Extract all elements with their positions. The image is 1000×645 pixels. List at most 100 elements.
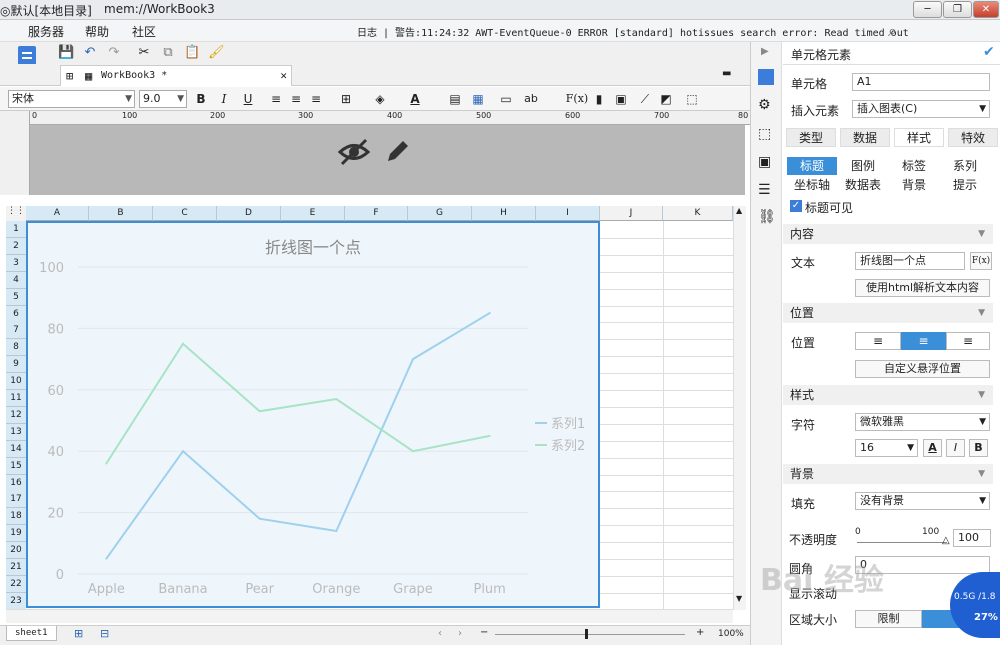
cell-attr-icon[interactable]: ⚙	[758, 97, 771, 113]
row-header[interactable]: 15	[6, 457, 26, 475]
image-icon[interactable]: ▣	[612, 91, 630, 107]
opacity-slider[interactable]	[857, 542, 947, 543]
tab-data[interactable]: 数据	[840, 128, 890, 147]
tab-style[interactable]: 样式	[894, 128, 944, 147]
format-painter-icon[interactable]: 🖌	[208, 45, 225, 61]
row-header[interactable]: 18	[6, 508, 26, 526]
row-header[interactable]: 23	[6, 592, 26, 610]
row-header[interactable]: 19	[6, 525, 26, 543]
text-button[interactable]: ab	[520, 91, 542, 107]
row-header[interactable]: 17	[6, 491, 26, 509]
column-header[interactable]: F	[345, 206, 408, 221]
row-header[interactable]: 12	[6, 406, 26, 424]
insert-row-icon[interactable]: ▭	[497, 91, 515, 107]
custom-position-button[interactable]: 自定义悬浮位置	[855, 360, 990, 378]
bold-button[interactable]: B	[192, 91, 210, 107]
row-header[interactable]: 11	[6, 390, 26, 407]
column-header[interactable]: D	[217, 206, 281, 221]
row-header[interactable]: 22	[6, 575, 26, 593]
close-window-button[interactable]: ✕	[973, 1, 999, 18]
align-right-icon[interactable]: ≡	[307, 91, 325, 107]
subtab-7[interactable]: 提示	[940, 176, 990, 194]
italic-button[interactable]: I	[946, 439, 965, 457]
tab-effect[interactable]: 特效	[948, 128, 998, 147]
align-center-icon[interactable]: ≡	[287, 91, 305, 107]
minimize-button[interactable]: ─	[913, 1, 942, 18]
row-header[interactable]: 4	[6, 271, 26, 289]
column-header[interactable]: G	[408, 206, 472, 221]
size-select[interactable]: 16 ▼	[855, 439, 918, 457]
row-header[interactable]: 16	[6, 474, 26, 492]
fill-color-icon[interactable]: ◈	[371, 91, 389, 107]
align-left-button[interactable]: ≡	[855, 332, 901, 350]
column-header[interactable]: C	[153, 206, 217, 221]
insert-select[interactable]: 插入图表(C) ▼	[852, 100, 990, 118]
collapse-icon[interactable]: ▶	[761, 46, 769, 57]
position-section[interactable]: 位置 ▼	[783, 303, 993, 323]
add-report-icon[interactable]: ⊟	[100, 627, 109, 640]
italic-button[interactable]: I	[215, 91, 233, 107]
select-all-corner[interactable]: ⋮⋮	[6, 206, 26, 221]
font-select[interactable]: 微软雅黑 ▼	[855, 413, 990, 431]
column-header[interactable]: J	[600, 206, 663, 221]
tab-workbook3[interactable]: ⊞ ▦ WorkBook3 * ✕	[60, 65, 292, 86]
next-page-icon[interactable]: ›	[458, 628, 462, 639]
link-icon[interactable]: ⛓	[758, 209, 776, 225]
cut-icon[interactable]: ✂	[136, 45, 152, 61]
condition-icon[interactable]: ☰	[758, 182, 771, 198]
background-section[interactable]: 背景 ▼	[783, 464, 993, 484]
column-header[interactable]: A	[26, 206, 89, 221]
merge-icon[interactable]: ▤	[446, 91, 464, 107]
table-icon[interactable]: ▦	[469, 91, 487, 107]
cell-input[interactable]: A1	[852, 73, 990, 91]
row-header[interactable]: 9	[6, 356, 26, 374]
add-sheet-icon[interactable]: ⊞	[74, 627, 83, 640]
chart-container[interactable]: 折线图一个点 0 20 40 60 80 100 Apple Banana Pear Orange G…	[26, 221, 600, 608]
limit-button[interactable]: 限制	[855, 610, 922, 628]
font-size-select[interactable]: 9.0 ▼	[139, 90, 187, 108]
border-icon[interactable]: ⊞	[337, 91, 355, 107]
horizontal-scrollbar[interactable]	[6, 609, 733, 623]
zoom-slider-handle[interactable]	[585, 629, 588, 639]
row-header[interactable]: 6	[6, 305, 26, 323]
grid-icon[interactable]: ⊞	[66, 66, 73, 86]
font-color-button[interactable]: A	[923, 439, 942, 457]
close-tab-icon[interactable]: ✕	[280, 66, 287, 86]
undo-icon[interactable]: ↶	[82, 45, 98, 61]
save-icon[interactable]: 💾	[58, 45, 74, 61]
prev-page-icon[interactable]: ‹	[438, 628, 442, 639]
row-header[interactable]: 14	[6, 440, 26, 458]
row-header[interactable]: 1	[6, 221, 26, 238]
subtab-3[interactable]: 系列	[940, 157, 990, 175]
font-family-select[interactable]: 宋体 ▼	[8, 90, 135, 108]
row-header[interactable]: 20	[6, 542, 26, 560]
row-header[interactable]: 2	[6, 237, 26, 255]
title-text-input[interactable]: 折线图一个点	[855, 252, 965, 270]
subtab-5[interactable]: 数据表	[838, 176, 888, 194]
copy-icon[interactable]: ⧉	[160, 45, 176, 61]
check-icon[interactable]: ✔	[983, 44, 995, 60]
formula-button[interactable]: F(x)	[565, 91, 589, 107]
row-header[interactable]: 7	[6, 322, 26, 340]
eye-off-icon[interactable]	[337, 137, 371, 167]
tab-type[interactable]: 类型	[786, 128, 836, 147]
float-element-icon[interactable]: ⬚	[758, 126, 771, 142]
opacity-input[interactable]: 100	[953, 529, 991, 547]
text-color-button[interactable]: A	[406, 91, 424, 107]
redo-icon[interactable]: ↷	[106, 45, 122, 61]
row-header[interactable]: 5	[6, 288, 26, 306]
row-header[interactable]: 3	[6, 254, 26, 272]
maximize-button[interactable]: ❐	[943, 1, 972, 18]
subtab-2[interactable]: 标签	[889, 157, 939, 175]
zoom-in-icon[interactable]: +	[696, 627, 704, 638]
row-header[interactable]: 10	[6, 373, 26, 391]
subtab-6[interactable]: 背景	[889, 176, 939, 194]
paste-icon[interactable]: 📋	[184, 45, 200, 61]
chart-icon[interactable]: ▮	[590, 91, 608, 107]
column-header[interactable]: I	[536, 206, 600, 221]
align-right-button[interactable]: ≡	[946, 332, 990, 350]
tab-list-icon[interactable]: ▬	[722, 68, 731, 79]
widget-icon[interactable]: ▣	[758, 154, 771, 170]
column-header[interactable]: K	[663, 206, 733, 221]
scroll-up-icon[interactable]: ▲	[736, 206, 742, 215]
